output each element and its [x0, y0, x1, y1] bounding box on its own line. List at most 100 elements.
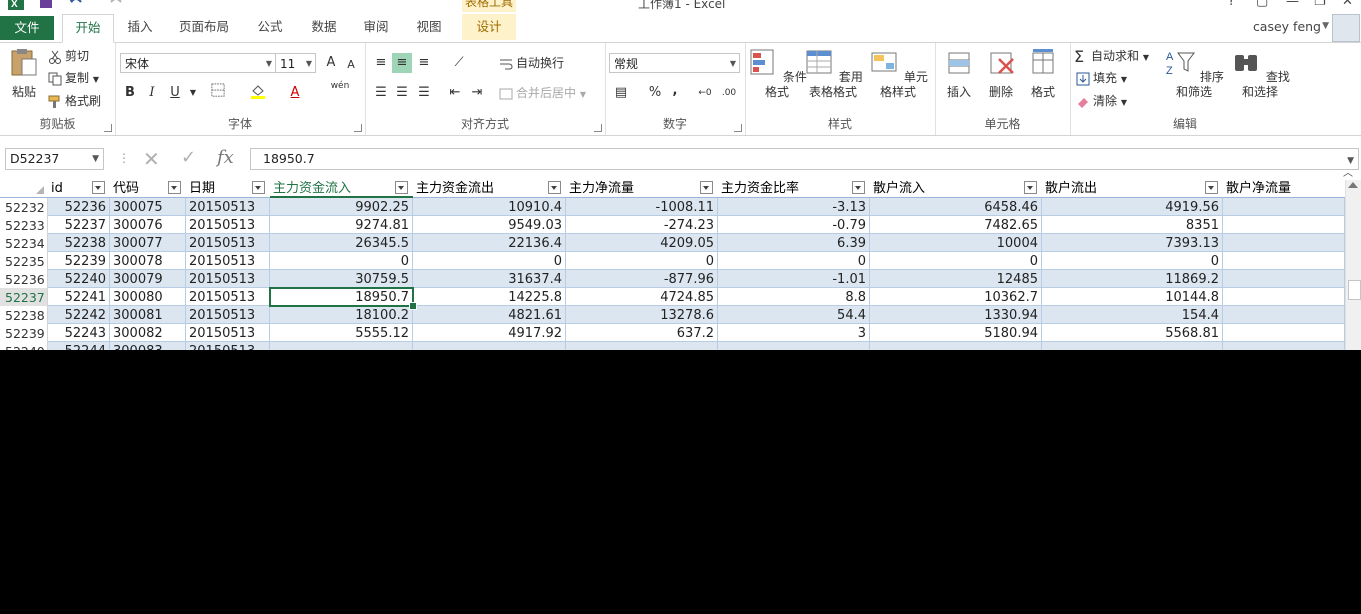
select-all-corner[interactable]	[0, 180, 48, 197]
table-cell[interactable]	[1223, 270, 1345, 288]
table-cell[interactable]	[1042, 342, 1223, 350]
orientation-icon[interactable]: ⟋	[449, 53, 469, 73]
conditional-formatting-button[interactable]: 条件格式	[747, 47, 807, 100]
filter-dropdown-icon[interactable]	[548, 181, 561, 194]
user-avatar[interactable]	[1332, 14, 1360, 42]
filter-dropdown-icon[interactable]	[395, 181, 408, 194]
align-left-icon[interactable]: ☰	[371, 83, 391, 103]
table-cell[interactable]: -1008.11	[566, 198, 718, 216]
alignment-launcher[interactable]	[594, 124, 602, 132]
filter-dropdown-icon[interactable]	[700, 181, 713, 194]
cancel-icon[interactable]: ✕	[143, 147, 160, 171]
format-painter-button[interactable]: 格式刷	[48, 91, 101, 111]
chevron-down-icon[interactable]: ▼	[183, 83, 203, 103]
clear-button[interactable]: 清除 ▼	[1076, 91, 1127, 111]
table-cell[interactable]	[1223, 216, 1345, 234]
table-cell[interactable]: 7393.13	[1042, 234, 1223, 252]
table-cell[interactable]: -3.13	[718, 198, 870, 216]
row-header[interactable]: 52235	[0, 252, 48, 270]
table-cell[interactable]: 54.4	[718, 306, 870, 324]
table-cell[interactable]: 0	[566, 252, 718, 270]
save-icon[interactable]	[38, 0, 54, 10]
tab-home[interactable]: 开始	[62, 14, 114, 43]
decrease-decimal-icon[interactable]: .00	[719, 83, 739, 103]
column-header[interactable]: 主力资金比率	[718, 180, 870, 197]
sort-filter-button[interactable]: AZ 排序和筛选	[1162, 47, 1226, 100]
table-cell[interactable]	[1223, 252, 1345, 270]
table-cell[interactable]: 4919.56	[1042, 198, 1223, 216]
table-cell[interactable]: 13278.6	[566, 306, 718, 324]
table-cell[interactable]: 22136.4	[413, 234, 566, 252]
enter-icon[interactable]: ✓	[181, 147, 196, 168]
tab-insert[interactable]: 插入	[120, 14, 160, 40]
table-cell[interactable]: 52236	[48, 198, 110, 216]
table-cell[interactable]: 300081	[110, 306, 186, 324]
close-button[interactable]: ✕	[1342, 0, 1353, 9]
align-bottom-icon[interactable]: ≡	[414, 53, 434, 73]
merge-center-button[interactable]: 合并后居中 ▼	[499, 83, 586, 103]
table-cell[interactable]	[1223, 306, 1345, 324]
table-cell[interactable]: 637.2	[566, 324, 718, 342]
table-cell[interactable]: 300076	[110, 216, 186, 234]
insert-function-icon[interactable]: fx	[217, 147, 234, 168]
row-header[interactable]: 52238	[0, 306, 48, 324]
column-header[interactable]: 散户流入	[870, 180, 1042, 197]
filter-dropdown-icon[interactable]	[852, 181, 865, 194]
table-cell[interactable]: 8.8	[718, 288, 870, 306]
table-cell[interactable]: 11869.2	[1042, 270, 1223, 288]
table-cell[interactable]: 20150513	[186, 198, 270, 216]
tab-file[interactable]: 文件	[0, 16, 54, 40]
table-cell[interactable]	[566, 342, 718, 350]
insert-cells-button[interactable]: 插入	[939, 47, 979, 100]
table-cell[interactable]: 300079	[110, 270, 186, 288]
table-cell[interactable]	[1223, 198, 1345, 216]
redo-icon[interactable]	[108, 0, 124, 10]
table-cell[interactable]: 52240	[48, 270, 110, 288]
align-top-icon[interactable]: ≡	[371, 53, 391, 73]
table-cell[interactable]: 9902.25	[270, 198, 413, 216]
table-cell[interactable]: 52237	[48, 216, 110, 234]
font-size-combo[interactable]: 11 ▼	[275, 53, 316, 73]
table-cell[interactable]: 4209.05	[566, 234, 718, 252]
decrease-indent-icon[interactable]: ⇤	[445, 83, 465, 103]
filter-dropdown-icon[interactable]	[252, 181, 265, 194]
font-name-combo[interactable]: 宋体 ▼	[120, 53, 276, 73]
vertical-scrollbar[interactable]	[1345, 180, 1361, 350]
delete-cells-button[interactable]: 删除	[981, 47, 1021, 100]
table-cell[interactable]: 300078	[110, 252, 186, 270]
fill-handle[interactable]	[409, 302, 417, 310]
table-cell[interactable]: 20150513	[186, 270, 270, 288]
increase-decimal-icon[interactable]: ←0	[695, 83, 715, 103]
table-cell[interactable]	[718, 342, 870, 350]
table-cell[interactable]: 0	[718, 252, 870, 270]
tab-page-layout[interactable]: 页面布局	[172, 14, 236, 40]
table-cell[interactable]: 52244	[48, 342, 110, 350]
table-cell[interactable]	[1223, 324, 1345, 342]
table-cell[interactable]: 30759.5	[270, 270, 413, 288]
chevron-down-icon[interactable]: ▼	[92, 149, 99, 169]
table-cell[interactable]	[1223, 342, 1345, 350]
italic-button[interactable]: I	[142, 83, 162, 103]
find-select-button[interactable]: 查找和选择	[1228, 47, 1292, 100]
number-launcher[interactable]	[734, 124, 742, 132]
shrink-font-button[interactable]: A	[341, 55, 361, 75]
tab-formulas[interactable]: 公式	[248, 14, 292, 40]
align-center-icon[interactable]: ☰	[392, 83, 412, 103]
table-cell[interactable]: 4724.85	[566, 288, 718, 306]
table-cell[interactable]: 52239	[48, 252, 110, 270]
tab-data[interactable]: 数据	[302, 14, 346, 40]
border-button[interactable]	[208, 83, 228, 103]
comma-button[interactable]: ,	[665, 81, 685, 101]
restore-button[interactable]: ❐	[1314, 0, 1326, 9]
formula-input[interactable]: 18950.7 ▼	[250, 148, 1359, 170]
table-cell[interactable]: 0	[870, 252, 1042, 270]
filter-dropdown-icon[interactable]	[92, 181, 105, 194]
table-cell[interactable]	[1223, 234, 1345, 252]
percent-button[interactable]: %	[645, 83, 665, 103]
table-cell[interactable]: 300082	[110, 324, 186, 342]
table-cell[interactable]: 9274.81	[270, 216, 413, 234]
table-cell[interactable]: 300080	[110, 288, 186, 306]
align-middle-icon[interactable]: ≡	[392, 53, 412, 73]
table-cell[interactable]: 10144.8	[1042, 288, 1223, 306]
accounting-icon[interactable]: ▤	[611, 83, 631, 103]
